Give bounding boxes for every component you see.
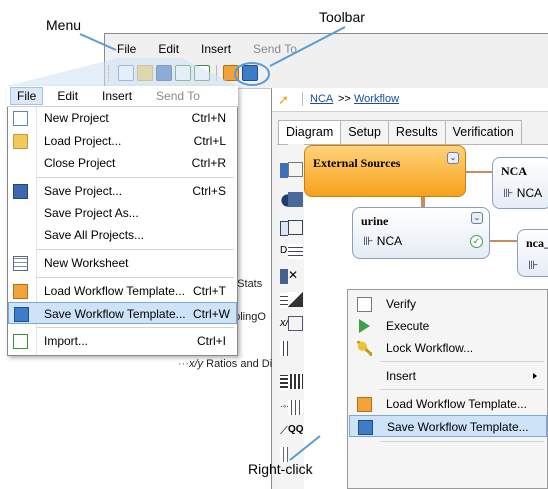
right-click-callout-line (289, 435, 321, 461)
right-click-callout: Right-click (248, 461, 313, 477)
menu-callout: Menu (46, 17, 82, 33)
toolbar-callout-line (269, 26, 346, 67)
toolbar-highlight-circle (234, 62, 270, 86)
callout-lines (7, 26, 346, 461)
toolbar-callout: Toolbar (319, 9, 365, 25)
menu-zoom-wedge (7, 58, 237, 86)
menu-callout-line (79, 33, 117, 51)
